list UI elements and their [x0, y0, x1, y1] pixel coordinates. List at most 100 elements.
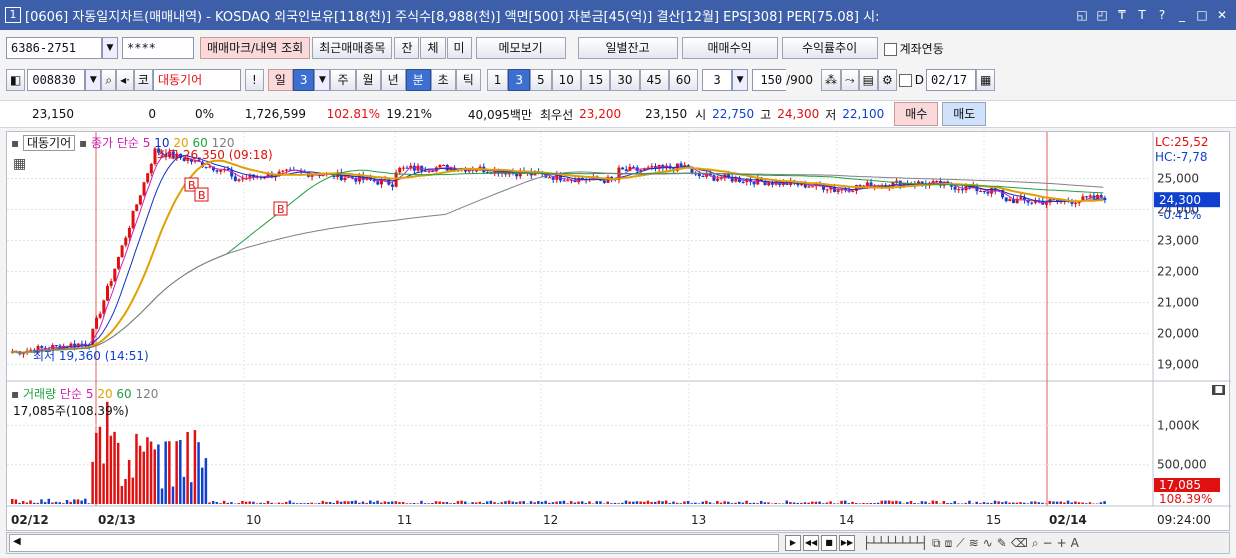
vol-panel-close-icon[interactable]: ■ — [1212, 385, 1225, 395]
period-week-button[interactable]: 주 — [330, 69, 356, 91]
calendar-icon[interactable]: ▦ — [976, 69, 996, 91]
bar-count-input[interactable]: 150 — [752, 69, 787, 91]
trade-profit-button[interactable]: 매매수익 — [681, 37, 778, 59]
minute-3-button[interactable]: 3 — [508, 69, 531, 91]
minute-10-button[interactable]: 10 — [551, 69, 581, 91]
volume-bar — [102, 463, 105, 504]
market-label[interactable]: 코 — [133, 69, 153, 91]
minute-60-button[interactable]: 60 — [668, 69, 699, 91]
alert-button[interactable]: ! — [244, 69, 264, 91]
bottom-bar: ◀ ▶ ◀◀ ■ ▶▶ ├┴┴┴┴┴┴┴┤ ⧉ ⧈ ⟋ ≋ ∿ ✎ ⌫ ⌕ − … — [6, 532, 1230, 554]
zoom-slider-icon[interactable]: ├┴┴┴┴┴┴┴┤ — [863, 536, 928, 551]
stop-icon[interactable]: ■ — [821, 535, 837, 551]
trade-marks-button[interactable]: 매매마크/내역 조회 — [200, 37, 311, 59]
stock-name-field[interactable]: 대동기어 — [152, 69, 241, 91]
speaker-icon[interactable]: ◂· — [116, 69, 134, 91]
legend-stock-name[interactable]: 대동기어 — [22, 135, 76, 151]
period-day-count[interactable]: 3 — [292, 69, 315, 91]
code-dropdown-icon[interactable]: ▼ — [85, 69, 102, 91]
close-icon[interactable]: ✕ — [1214, 7, 1230, 23]
password-input[interactable]: **** — [122, 37, 194, 59]
candle-body — [679, 163, 683, 167]
candle-body — [741, 181, 745, 183]
minute-15-button[interactable]: 15 — [580, 69, 611, 91]
volume-bar — [906, 502, 909, 504]
recent-trades-button[interactable]: 최근매매종목 — [312, 37, 393, 59]
wave-tool-icon[interactable]: ∿ — [983, 536, 993, 551]
volume-bar — [98, 426, 102, 504]
layout-icon[interactable]: ⧉ — [932, 536, 941, 551]
buy-button[interactable]: 매수 — [894, 102, 939, 126]
stock-code-input[interactable]: 008830 — [27, 69, 86, 91]
chart-settings-icon[interactable]: ◧ — [6, 69, 26, 91]
minute-dropdown-icon[interactable]: ▼ — [732, 69, 749, 91]
period-month-button[interactable]: 월 — [355, 69, 381, 91]
volume-bar — [599, 501, 602, 504]
forward-icon[interactable]: ▶▶ — [839, 535, 855, 551]
save-icon[interactable]: ▤ — [858, 69, 878, 91]
volume-bar — [504, 501, 507, 504]
chart-canvas[interactable]: 25,00024,00023,00022,00021,00020,00019,0… — [7, 132, 1231, 532]
account-link-checkbox[interactable]: 계좌연동 — [883, 40, 944, 57]
candle-body — [1008, 199, 1012, 202]
gear-icon[interactable]: ⚙ — [877, 69, 897, 91]
pin-icon[interactable]: ₸ — [1114, 7, 1130, 23]
chart-area[interactable]: 25,000 24,000 23,000 22,000 21,000 20,000 19,0… — [6, 131, 1231, 532]
che-button[interactable]: 체 — [420, 37, 446, 59]
minimize-icon[interactable]: _ — [1174, 7, 1190, 23]
compare-icon[interactable]: ⤳ — [841, 69, 859, 91]
date-checkbox[interactable] — [898, 73, 915, 87]
period-tick-button[interactable]: 틱 — [455, 69, 481, 91]
rewind-icon[interactable]: ◀◀ — [803, 535, 819, 551]
vol-current-pct: 108.39% — [1159, 492, 1212, 506]
indicator-icon[interactable]: ⁂ — [821, 69, 842, 91]
help-icon[interactable]: ? — [1154, 7, 1170, 23]
zoom-out-icon[interactable]: − — [1043, 536, 1053, 551]
minute-value-input[interactable]: 3 — [702, 69, 733, 91]
jan-button[interactable]: 잔 — [394, 37, 420, 59]
sell-button[interactable]: 매도 — [942, 102, 987, 126]
minute-1-button[interactable]: 1 — [486, 69, 509, 91]
period-second-button[interactable]: 초 — [430, 69, 456, 91]
account-dropdown-icon[interactable]: ▼ — [102, 37, 118, 59]
fib-tool-icon[interactable]: ≋ — [969, 536, 979, 551]
volume-bar — [1063, 502, 1066, 504]
day-count-dropdown-icon[interactable]: ▼ — [314, 69, 331, 91]
search-icon[interactable]: ⌕ — [101, 69, 117, 91]
minute-5-button[interactable]: 5 — [530, 69, 552, 91]
return-trend-button[interactable]: 수익률추이 — [781, 37, 878, 59]
magnify-icon[interactable]: ⌕ — [1032, 536, 1039, 551]
chart-scrollbar[interactable]: ◀ — [9, 534, 779, 552]
restore-icon[interactable]: ◱ — [1074, 7, 1090, 23]
volume-bar — [1033, 501, 1037, 504]
volume-bar — [171, 486, 175, 504]
mi-button[interactable]: 미 — [446, 37, 472, 59]
date-input[interactable]: 02/17 — [926, 69, 976, 91]
font-icon[interactable]: T — [1134, 7, 1150, 23]
minute-45-button[interactable]: 45 — [639, 69, 669, 91]
line-tool-icon[interactable]: ⟋ — [956, 536, 964, 551]
memo-button[interactable]: 메모보기 — [475, 37, 566, 59]
volume-bar — [884, 500, 887, 504]
account-input[interactable]: 6386-2751 — [6, 37, 102, 59]
period-minute-button[interactable]: 분 — [405, 69, 431, 91]
scroll-left-icon[interactable]: ◀ — [13, 536, 21, 547]
period-day-button[interactable]: 일 — [267, 69, 293, 91]
daily-balance-button[interactable]: 일별잔고 — [577, 37, 678, 59]
grid-table-icon[interactable]: ▦ — [13, 156, 26, 172]
period-year-button[interactable]: 년 — [380, 69, 406, 91]
candle-body — [979, 191, 983, 193]
volume-bar — [65, 500, 69, 504]
erase-tool-icon[interactable]: ⌫ — [1011, 536, 1028, 551]
maximize-icon[interactable]: □ — [1194, 7, 1210, 23]
text-tool-icon[interactable]: A — [1071, 536, 1079, 551]
window-icon[interactable]: ⧈ — [945, 536, 953, 551]
minute-30-button[interactable]: 30 — [610, 69, 640, 91]
zoom-in-icon[interactable]: + — [1057, 536, 1067, 551]
volume-bar — [482, 503, 485, 504]
play-icon[interactable]: ▶ — [785, 535, 801, 551]
pen-tool-icon[interactable]: ✎ — [997, 536, 1007, 551]
candle-body — [624, 169, 628, 171]
tile-icon[interactable]: ◰ — [1094, 7, 1110, 23]
candle-body — [208, 166, 212, 168]
